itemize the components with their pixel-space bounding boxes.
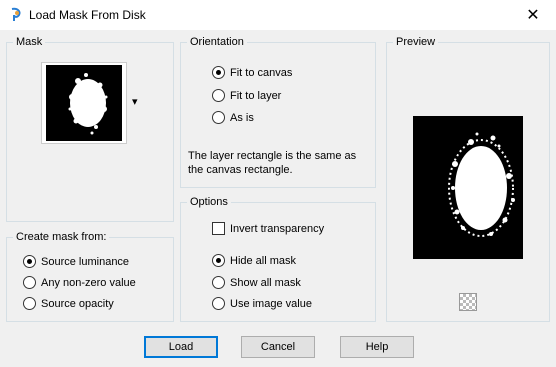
options-group: Options Invert transparency Hide all mas…: [180, 195, 376, 322]
checkbox-label: Invert transparency: [230, 222, 325, 235]
create-mask-label: Create mask from:: [13, 230, 110, 244]
radio-label: Source opacity: [41, 297, 114, 310]
checkbox-indicator: [212, 222, 225, 235]
radio-indicator: [212, 89, 225, 102]
radio-source-opacity[interactable]: Source opacity: [23, 297, 114, 310]
orientation-group: Orientation Fit to canvas Fit to layer A…: [180, 35, 376, 188]
radio-label: Use image value: [230, 297, 312, 310]
mask-group: Mask ▾: [6, 35, 174, 222]
radio-label: Show all mask: [230, 276, 301, 289]
radio-fit-to-layer[interactable]: Fit to layer: [212, 89, 281, 102]
close-button[interactable]: ✕: [510, 0, 556, 30]
mask-thumbnail[interactable]: [41, 62, 127, 144]
load-button[interactable]: Load: [144, 336, 218, 358]
create-mask-group: Create mask from: Source luminance Any n…: [6, 230, 174, 322]
mask-group-label: Mask: [13, 35, 46, 49]
radio-indicator: [212, 254, 225, 267]
preview-image: [413, 116, 523, 259]
invert-transparency-checkbox[interactable]: Invert transparency: [212, 222, 324, 235]
radio-indicator: [212, 111, 225, 124]
radio-label: Hide all mask: [230, 254, 297, 267]
help-button[interactable]: Help: [340, 336, 414, 358]
radio-label: Any non-zero value: [41, 276, 136, 289]
title-bar: Load Mask From Disk ✕: [0, 0, 556, 30]
preview-mask-image: [448, 132, 515, 237]
radio-label: Source luminance: [41, 255, 130, 268]
radio-any-non-zero-value[interactable]: Any non-zero value: [23, 276, 136, 289]
preview-group: Preview: [386, 35, 550, 322]
preview-label: Preview: [393, 35, 439, 49]
options-label: Options: [187, 195, 231, 209]
radio-show-all-mask[interactable]: Show all mask: [212, 276, 301, 289]
radio-indicator: [23, 276, 36, 289]
radio-indicator: [212, 297, 225, 310]
radio-use-image-value[interactable]: Use image value: [212, 297, 312, 310]
orientation-description: The layer rectangle is the same as the c…: [188, 150, 357, 176]
radio-indicator: [23, 297, 36, 310]
app-icon: [11, 7, 21, 21]
radio-indicator: [23, 255, 36, 268]
radio-source-luminance[interactable]: Source luminance: [23, 255, 129, 268]
radio-indicator: [212, 276, 225, 289]
cancel-button[interactable]: Cancel: [241, 336, 315, 358]
orientation-label: Orientation: [187, 35, 247, 49]
radio-indicator: [212, 66, 225, 79]
transparency-toggle-icon[interactable]: [459, 293, 477, 311]
radio-as-is[interactable]: As is: [212, 111, 254, 124]
window-title: Load Mask From Disk: [29, 8, 146, 22]
mask-dropdown-icon[interactable]: ▾: [132, 95, 138, 108]
radio-hide-all-mask[interactable]: Hide all mask: [212, 254, 296, 267]
radio-label: As is: [230, 111, 254, 124]
radio-label: Fit to canvas: [230, 66, 293, 79]
mask-thumbnail-image: [46, 65, 122, 141]
radio-fit-to-canvas[interactable]: Fit to canvas: [212, 66, 292, 79]
radio-label: Fit to layer: [230, 89, 282, 102]
close-icon: ✕: [526, 7, 540, 24]
